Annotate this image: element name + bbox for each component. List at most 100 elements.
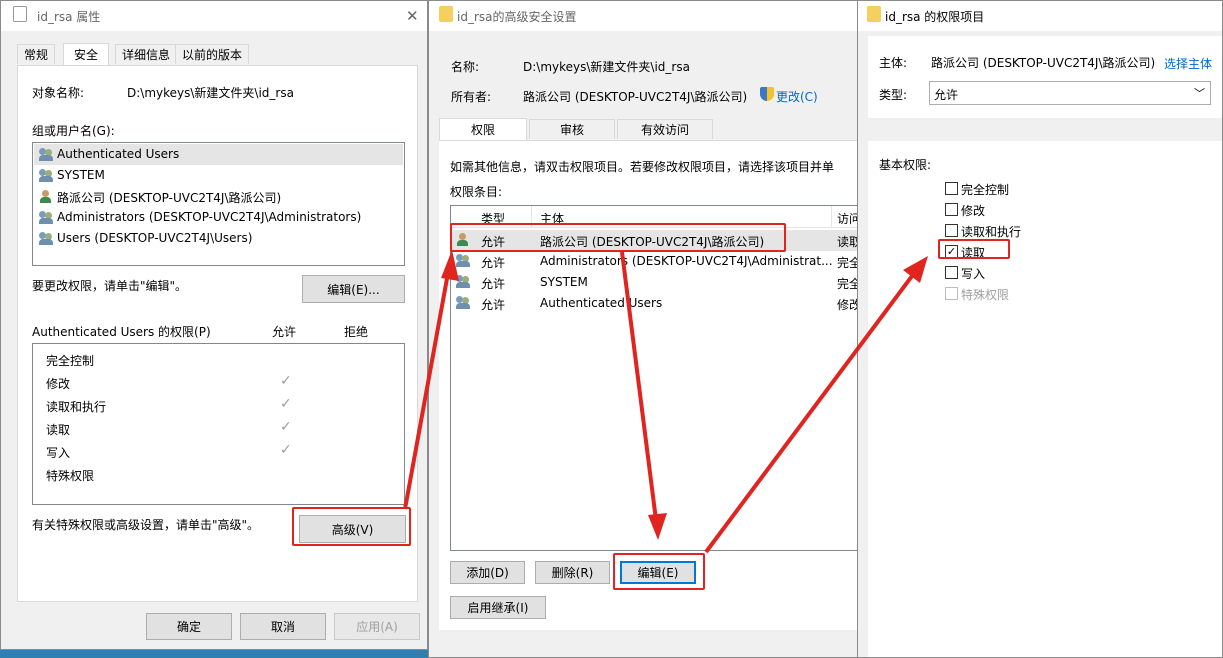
- user-row-authenticated[interactable]: Authenticated Users: [34, 144, 403, 165]
- perm-read-execute: 读取和执行: [46, 400, 107, 414]
- security-tab-panel: 对象名称: D:\mykeys\新建文件夹\id_rsa 组或用户名(G): A…: [17, 65, 418, 602]
- row-access: 完全: [837, 256, 857, 270]
- entry-titlebar: id_rsa 的权限项目: [858, 1, 1222, 31]
- deny-column-header: 拒绝: [344, 325, 369, 339]
- check-icon: ✓: [280, 396, 292, 412]
- basic-permissions-panel: 基本权限: 完全控制 修改 读取和执行 ✓ 读取 写入 特殊权限: [868, 141, 1222, 657]
- close-icon[interactable]: ✕: [406, 7, 419, 25]
- tab-general[interactable]: 常规: [17, 44, 56, 64]
- allow-column-header: 允许: [272, 325, 297, 339]
- chevron-down-icon: ﹀: [1194, 87, 1205, 100]
- tab-security[interactable]: 安全: [63, 43, 110, 65]
- table-row[interactable]: 允许 Administrators (DESKTOP-UVC2T4J\Admin…: [452, 251, 857, 272]
- table-row[interactable]: 允许 Authenticated Users 修改: [452, 293, 857, 314]
- checkbox[interactable]: [945, 224, 958, 237]
- advanced-tabs: 权限 审核 有效访问: [439, 118, 857, 141]
- change-permissions-hint: 要更改权限，请单击"编辑"。: [32, 279, 188, 293]
- permission-entry-window: id_rsa 的权限项目 主体: 路派公司 (DESKTOP-UVC2T4J\路…: [857, 0, 1223, 658]
- table-row[interactable]: 允许 路派公司 (DESKTOP-UVC2T4J\路派公司) 读取: [452, 230, 857, 251]
- object-name-value: D:\mykeys\新建文件夹\id_rsa: [127, 86, 294, 100]
- row-type: 允许: [481, 298, 506, 312]
- row-access: 读取: [837, 235, 857, 249]
- group-user-icon: [39, 232, 55, 246]
- owner-label: 所有者:: [451, 90, 492, 104]
- perm-checkbox-special: 特殊权限: [945, 286, 1105, 302]
- entry-header-panel: 主体: 路派公司 (DESKTOP-UVC2T4J\路派公司) 选择主体 类型:…: [868, 36, 1222, 118]
- owner-value: 路派公司 (DESKTOP-UVC2T4J\路派公司): [523, 90, 748, 104]
- row-type: 允许: [481, 277, 506, 291]
- perm-modify: 修改: [46, 377, 71, 391]
- perm-checkbox-read[interactable]: ✓ 读取: [945, 244, 1105, 260]
- user-name: 路派公司 (DESKTOP-UVC2T4J\路派公司): [57, 191, 282, 205]
- remove-button[interactable]: 删除(R): [535, 561, 610, 584]
- group-user-icon: [456, 296, 472, 310]
- check-icon: ✓: [280, 373, 292, 389]
- permission-entries-table[interactable]: 类型 主体 访问 允许 路派公司 (DESKTOP-UVC2T4J\路派公司) …: [450, 205, 857, 551]
- tab-effective-access[interactable]: 有效访问: [617, 119, 713, 139]
- advanced-titlebar: id_rsa的高级安全设置: [429, 1, 857, 31]
- perm-write: 写入: [46, 446, 71, 460]
- table-row[interactable]: 允许 SYSTEM 完全: [452, 272, 857, 293]
- checkbox[interactable]: [945, 182, 958, 195]
- perm-special: 特殊权限: [46, 469, 95, 483]
- advanced-security-window: id_rsa的高级安全设置 名称: D:\mykeys\新建文件夹\id_rsa…: [428, 0, 858, 658]
- checkbox[interactable]: [945, 203, 958, 216]
- group-user-icon: [39, 211, 55, 225]
- edit-entry-button[interactable]: 编辑(E): [620, 561, 696, 584]
- group-user-icon: [39, 148, 55, 162]
- perm-checkbox-write[interactable]: 写入: [945, 265, 1105, 281]
- perm-checkbox-full-control[interactable]: 完全控制: [945, 181, 1105, 197]
- enable-inheritance-button[interactable]: 启用继承(I): [450, 596, 546, 619]
- file-icon: [13, 6, 27, 22]
- perm-checkbox-modify[interactable]: 修改: [945, 202, 1105, 218]
- add-button[interactable]: 添加(D): [450, 561, 525, 584]
- info-text: 如需其他信息，请双击权限项目。若要修改权限项目，请选择该项目并单: [450, 160, 835, 174]
- users-listbox[interactable]: Authenticated Users SYSTEM 路派公司 (DESKTOP…: [32, 142, 405, 266]
- properties-tabs: 常规 安全 详细信息 以前的版本: [17, 43, 417, 66]
- shield-icon: [760, 87, 774, 101]
- checkbox-checked[interactable]: ✓: [945, 245, 958, 258]
- entries-label: 权限条目:: [450, 185, 503, 199]
- cancel-button[interactable]: 取消: [240, 613, 326, 640]
- type-select-value: 允许: [934, 88, 959, 102]
- column-type[interactable]: 类型: [481, 210, 505, 227]
- select-principal-link[interactable]: 选择主体: [1164, 55, 1212, 72]
- user-row-lupai[interactable]: 路派公司 (DESKTOP-UVC2T4J\路派公司): [34, 186, 403, 207]
- row-access: 修改: [837, 298, 857, 312]
- column-access[interactable]: 访问: [837, 210, 857, 227]
- row-principal: SYSTEM: [540, 275, 588, 289]
- properties-window: id_rsa 属性 ✕ 常规 安全 详细信息 以前的版本 对象名称: D:\my…: [0, 0, 428, 650]
- tab-previous-versions[interactable]: 以前的版本: [175, 44, 250, 64]
- user-name: Administrators (DESKTOP-UVC2T4J\Administ…: [57, 210, 362, 224]
- user-name: SYSTEM: [57, 168, 105, 182]
- properties-titlebar: id_rsa 属性 ✕: [1, 1, 427, 31]
- user-row-system[interactable]: SYSTEM: [34, 165, 403, 186]
- tab-permissions[interactable]: 权限: [439, 118, 527, 140]
- user-row-users[interactable]: Users (DESKTOP-UVC2T4J\Users): [34, 228, 403, 249]
- row-principal: Administrators (DESKTOP-UVC2T4J\Administ…: [540, 254, 833, 268]
- permissions-tab-panel: 如需其他信息，请双击权限项目。若要修改权限项目，请选择该项目并单 权限条目: 类…: [439, 140, 857, 630]
- permissions-listbox[interactable]: 完全控制 修改 ✓ 读取和执行 ✓ 读取 ✓ 写入 ✓ 特殊权限: [32, 343, 405, 505]
- apply-button[interactable]: 应用(A): [334, 613, 420, 640]
- edit-button[interactable]: 编辑(E)...: [302, 275, 405, 303]
- row-type: 允许: [481, 235, 506, 249]
- advanced-button[interactable]: 高级(V): [299, 515, 406, 543]
- basic-permissions-label: 基本权限:: [879, 158, 932, 172]
- perm-read: 读取: [46, 423, 71, 437]
- ok-button[interactable]: 确定: [146, 613, 232, 640]
- tab-auditing[interactable]: 审核: [529, 119, 615, 139]
- group-user-icon: [456, 254, 472, 268]
- checkbox[interactable]: [945, 266, 958, 279]
- type-select[interactable]: 允许 ﹀: [929, 81, 1211, 105]
- change-owner-link[interactable]: 更改(C): [776, 88, 818, 105]
- perm-checkbox-read-execute[interactable]: 读取和执行: [945, 223, 1105, 239]
- column-principal[interactable]: 主体: [540, 210, 564, 227]
- tab-details[interactable]: 详细信息: [115, 44, 178, 64]
- row-access: 完全: [837, 277, 857, 291]
- user-row-administrators[interactable]: Administrators (DESKTOP-UVC2T4J\Administ…: [34, 207, 403, 228]
- single-user-icon: [456, 233, 472, 247]
- type-label: 类型:: [879, 88, 908, 102]
- name-label: 名称:: [451, 60, 480, 74]
- perm-full-control: 完全控制: [46, 354, 95, 368]
- checkbox-disabled: [945, 287, 958, 300]
